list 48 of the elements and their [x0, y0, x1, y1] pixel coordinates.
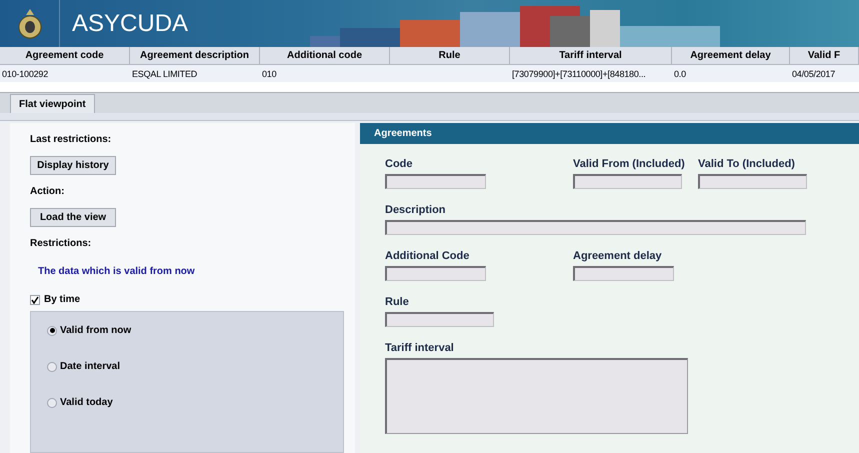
- display-history-button[interactable]: Display history: [30, 156, 116, 175]
- crest-icon: [16, 6, 42, 40]
- input-field[interactable]: [385, 220, 806, 235]
- input-field[interactable]: [698, 174, 807, 189]
- radio-label: Valid today: [60, 396, 113, 410]
- table-cell-text: 0.0: [673, 68, 686, 80]
- field-label: Valid From (Included): [573, 158, 686, 171]
- column-header[interactable]: Additional code: [260, 47, 390, 64]
- column-header[interactable]: Tariff interval: [510, 47, 672, 64]
- column-header[interactable]: Agreement code: [0, 47, 130, 64]
- restriction-summary: The data which is valid from now: [38, 265, 195, 279]
- field-label: Tariff interval: [385, 342, 455, 355]
- table-cell-text: 010-100292: [1, 68, 48, 80]
- input-field[interactable]: [573, 174, 682, 189]
- input-field[interactable]: [385, 174, 486, 189]
- radio-button[interactable]: [47, 398, 57, 408]
- table-cell-text: [73079900]+[73110000]+[848180...: [511, 68, 646, 80]
- table-cell-text: 04/05/2017: [791, 68, 836, 80]
- field-label: Additional Code: [385, 250, 470, 263]
- checkbox-label: By time: [44, 293, 80, 307]
- radio-button[interactable]: [47, 326, 57, 336]
- radio-label: Date interval: [60, 360, 120, 374]
- radio-label: Valid from now: [60, 324, 132, 338]
- field-label: Valid To (Included): [698, 158, 796, 171]
- section-label: Action:: [30, 185, 64, 199]
- column-header[interactable]: Valid F: [790, 47, 859, 64]
- load-view-button[interactable]: Load the view: [30, 208, 116, 227]
- column-header[interactable]: Agreement delay: [672, 47, 790, 64]
- section-label: Last restrictions:: [30, 133, 112, 147]
- radio-button[interactable]: [47, 362, 57, 372]
- tab[interactable]: Flat viewpoint: [10, 94, 95, 113]
- table-cell-text: ESQAL LIMITED: [131, 68, 198, 80]
- form-title: Agreements: [374, 127, 432, 141]
- field-label: Description: [385, 204, 447, 217]
- field-label: Code: [385, 158, 414, 171]
- input-field[interactable]: [573, 266, 674, 281]
- table-cell-text: 010: [261, 68, 276, 80]
- section-label: Restrictions:: [30, 237, 92, 251]
- column-header[interactable]: Agreement description: [130, 47, 260, 64]
- input-field[interactable]: [385, 312, 494, 327]
- checkmark-icon: [31, 296, 39, 304]
- text-area[interactable]: [385, 358, 688, 434]
- input-field[interactable]: [385, 266, 486, 281]
- column-header[interactable]: Rule: [390, 47, 510, 64]
- checkbox[interactable]: [30, 294, 40, 304]
- app-title: ASYCUDA: [72, 12, 188, 36]
- field-label: Rule: [385, 296, 410, 309]
- field-label: Agreement delay: [573, 250, 663, 263]
